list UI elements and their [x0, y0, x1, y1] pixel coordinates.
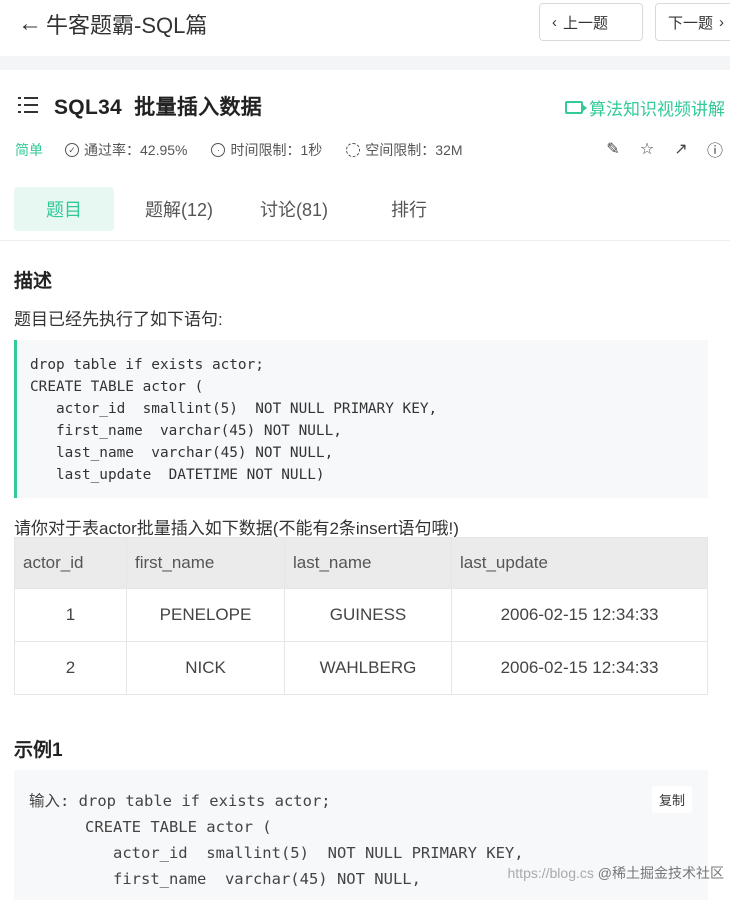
time-limit: · 时间限制：1秒 [211, 140, 322, 160]
problem-meta: 简单 ✓ 通过率：42.95% · 时间限制：1秒 空间限制：32M [15, 140, 487, 160]
problem-tabs: 题目 题解(12) 讨论(81) 排行 [14, 187, 474, 231]
star-icon[interactable]: ☆ [638, 140, 656, 158]
tab-discussion[interactable]: 讨论(81) [244, 187, 344, 231]
description-heading: 描述 [14, 271, 53, 292]
check-circle-icon: ✓ [65, 143, 79, 157]
chevron-right-icon: › [719, 13, 725, 31]
video-link-label: 算法知识视频讲解 [589, 100, 725, 119]
chip-icon [346, 143, 361, 157]
table-row: 1 PENELOPE GUINESS 2006-02-15 12:34:33 [14, 588, 708, 642]
video-icon [565, 101, 587, 114]
request-text: 请你对于表actor批量插入如下数据(不能有2条insert语句哦!) [14, 519, 459, 538]
watermark-text: @稀土掘金技术社区 [597, 865, 724, 881]
pass-rate: ✓ 通过率：42.95% [65, 140, 187, 160]
column-header: first_name [126, 537, 285, 589]
pass-rate-text: 通过率：42.95% [84, 142, 188, 158]
next-label: 下一题 [668, 14, 714, 32]
table-row: 2 NICK WAHLBERG 2006-02-15 12:34:33 [14, 641, 708, 695]
table-cell: 2006-02-15 12:34:33 [451, 641, 708, 695]
example-line: CREATE TABLE actor ( [29, 818, 272, 836]
watermark: https://blog.cs @稀土掘金技术社区 [508, 863, 725, 883]
table-cell: WAHLBERG [284, 641, 452, 695]
space-limit: 空间限制：32M [346, 140, 463, 160]
table-cell: 2 [14, 641, 127, 695]
column-header: last_update [451, 537, 708, 589]
prev-problem-button[interactable]: ‹ 上一题 [539, 3, 643, 41]
table-cell: 2006-02-15 12:34:33 [451, 588, 708, 642]
column-header: last_name [284, 537, 452, 589]
code-line: CREATE TABLE actor ( [30, 379, 204, 395]
back-link[interactable]: ← 牛客题霸-SQL篇 [18, 8, 207, 40]
next-problem-button[interactable]: 下一题 › [655, 3, 730, 41]
problem-title: SQL34 批量插入数据 [54, 96, 263, 119]
header-divider [0, 56, 730, 70]
problem-actions: ✎ ☆ ↗ ⓘ [604, 140, 724, 160]
table-cell: GUINESS [284, 588, 452, 642]
arrow-left-icon[interactable]: ← [18, 10, 42, 38]
difficulty-badge: 简单 [15, 142, 43, 158]
clock-icon: · [211, 143, 226, 157]
info-icon[interactable]: ⓘ [706, 140, 724, 160]
share-icon[interactable]: ↗ [672, 140, 690, 158]
table-cell: NICK [126, 641, 285, 695]
space-limit-text: 空间限制：32M [365, 142, 463, 158]
copy-button[interactable]: 复制 [651, 786, 692, 813]
description-intro: 题目已经先执行了如下语句: [14, 310, 223, 329]
edit-icon[interactable]: ✎ [604, 140, 622, 158]
video-explanation-link[interactable]: 算法知识视频讲解 [565, 95, 725, 120]
time-limit-text: 时间限制：1秒 [230, 142, 323, 158]
tab-solutions[interactable]: 题解(12) [114, 187, 244, 231]
tab-ranking[interactable]: 排行 [344, 187, 474, 231]
code-line: last_name varchar(45) NOT NULL, [30, 445, 334, 461]
site-title: 牛客题霸-SQL篇 [46, 13, 208, 38]
code-line: actor_id smallint(5) NOT NULL PRIMARY KE… [30, 401, 438, 417]
list-icon[interactable] [18, 97, 38, 113]
code-line: last_update DATETIME NOT NULL) [30, 467, 325, 483]
data-table: actor_id first_name last_name last_updat… [14, 537, 708, 695]
chevron-left-icon: ‹ [552, 13, 557, 31]
example-line: 输入: drop table if exists actor; [29, 792, 331, 810]
code-line: drop table if exists actor; [30, 357, 264, 373]
setup-code-block: drop table if exists actor; CREATE TABLE… [14, 340, 708, 498]
table-cell: PENELOPE [126, 588, 285, 642]
table-header-row: actor_id first_name last_name last_updat… [14, 537, 708, 589]
tab-divider [0, 240, 730, 241]
column-header: actor_id [14, 537, 127, 589]
prev-label: 上一题 [563, 14, 609, 32]
example-heading: 示例1 [14, 740, 63, 761]
table-cell: 1 [14, 588, 127, 642]
code-line: first_name varchar(45) NOT NULL, [30, 423, 342, 439]
setup-code: drop table if exists actor; CREATE TABLE… [30, 354, 708, 486]
example-line: first_name varchar(45) NOT NULL, [29, 870, 421, 888]
example-line: actor_id smallint(5) NOT NULL PRIMARY KE… [29, 844, 524, 862]
tab-problem[interactable]: 题目 [14, 187, 114, 231]
watermark-faint-text: https://blog.cs [507, 865, 594, 881]
top-bar: ← 牛客题霸-SQL篇 ‹ 上一题 下一题 › [0, 0, 730, 56]
